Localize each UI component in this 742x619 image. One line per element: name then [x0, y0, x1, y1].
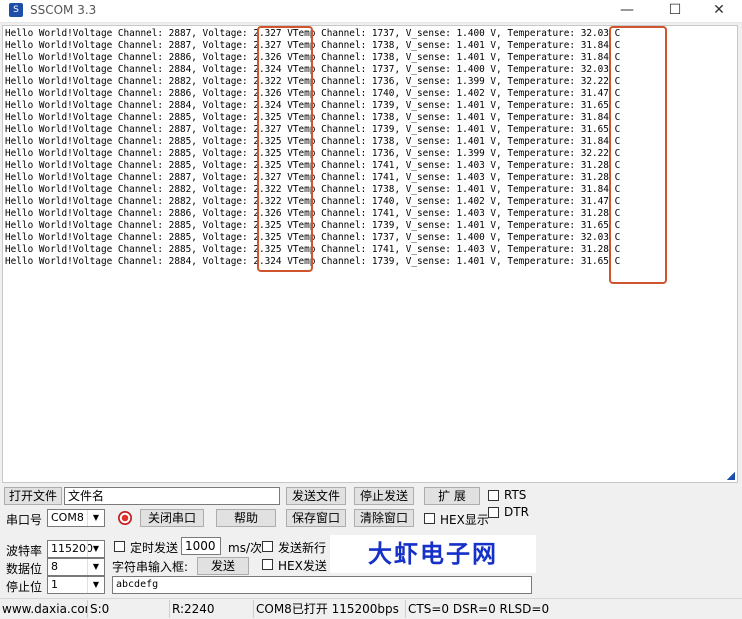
temperature-highlight-box — [609, 26, 667, 284]
port-select-value: COM8 — [51, 511, 84, 524]
port-status-icon — [118, 511, 132, 525]
chevron-down-icon: ▼ — [87, 559, 104, 575]
title-bar: S SSCOM 3.3 — ☐ ✕ — [0, 0, 742, 23]
expand-button[interactable]: 扩 展 — [424, 487, 480, 505]
daxia-banner[interactable]: 大虾电子网 — [330, 535, 536, 573]
hex-display-label: HEX显示 — [440, 513, 489, 527]
baud-rate-label: 波特率 — [6, 544, 43, 558]
minimize-button[interactable]: — — [604, 0, 650, 22]
receive-output-area[interactable]: Hello World!Voltage Channel: 2887, Volta… — [2, 25, 738, 483]
status-website[interactable]: www.daxia.com — [0, 600, 88, 618]
baud-rate-select[interactable]: 115200 ▼ — [47, 540, 105, 558]
timed-send-checkbox[interactable] — [114, 541, 125, 552]
close-button[interactable]: ✕ — [696, 0, 742, 22]
string-input-label: 字符串输入框: — [112, 560, 189, 574]
send-newline-checkbox[interactable] — [262, 541, 273, 552]
status-bar: www.daxia.com S:0 R:2240 COM8已打开 115200b… — [0, 598, 742, 619]
status-port-state: COM8已打开 115200bps — [254, 600, 406, 618]
sscom-app-icon: S — [9, 3, 23, 17]
maximize-button[interactable]: ☐ — [652, 0, 698, 22]
rts-checkbox[interactable] — [488, 490, 499, 501]
hex-display-checkbox[interactable] — [424, 513, 435, 524]
stop-send-button[interactable]: 停止发送 — [354, 487, 414, 505]
stop-bits-select[interactable]: 1 ▼ — [47, 576, 105, 594]
send-file-button[interactable]: 发送文件 — [286, 487, 346, 505]
close-port-button[interactable]: 关闭串口 — [140, 509, 204, 527]
help-button[interactable]: 帮助 — [216, 509, 276, 527]
stop-bits-label: 停止位 — [6, 580, 43, 594]
stop-bits-value: 1 — [51, 578, 58, 591]
data-bits-value: 8 — [51, 560, 58, 573]
dtr-label: DTR — [504, 505, 529, 519]
file-name-field[interactable]: 文件名 — [64, 487, 280, 505]
rts-label: RTS — [504, 488, 527, 502]
chevron-down-icon: ▼ — [87, 541, 104, 557]
status-received-count: R:2240 — [170, 600, 254, 618]
send-interval-input[interactable]: 1000 — [181, 537, 221, 555]
clear-window-button[interactable]: 清除窗口 — [354, 509, 414, 527]
string-input-field[interactable]: abcdefg — [112, 576, 532, 594]
timed-send-label: 定时发送 — [130, 541, 179, 555]
voltage-highlight-box — [257, 26, 313, 272]
hex-send-checkbox[interactable] — [262, 559, 273, 570]
hex-send-label: HEX发送 — [278, 559, 327, 573]
window-title: SSCOM 3.3 — [30, 3, 97, 17]
send-interval-unit: ms/次 — [228, 541, 262, 555]
port-select[interactable]: COM8 ▼ — [47, 509, 105, 527]
status-sent-count: S:0 — [88, 600, 170, 618]
data-bits-label: 数据位 — [6, 562, 43, 576]
port-label: 串口号 — [6, 513, 43, 527]
send-newline-label: 发送新行 — [278, 541, 327, 555]
chevron-down-icon: ▼ — [87, 510, 104, 526]
data-bits-select[interactable]: 8 ▼ — [47, 558, 105, 576]
chevron-down-icon: ▼ — [87, 577, 104, 593]
dtr-checkbox[interactable] — [488, 507, 499, 518]
save-window-button[interactable]: 保存窗口 — [286, 509, 346, 527]
resize-grip-icon[interactable] — [727, 472, 735, 480]
open-file-button[interactable]: 打开文件 — [4, 487, 62, 505]
send-button[interactable]: 发送 — [197, 557, 249, 575]
status-line-signals: CTS=0 DSR=0 RLSD=0 — [408, 602, 550, 616]
